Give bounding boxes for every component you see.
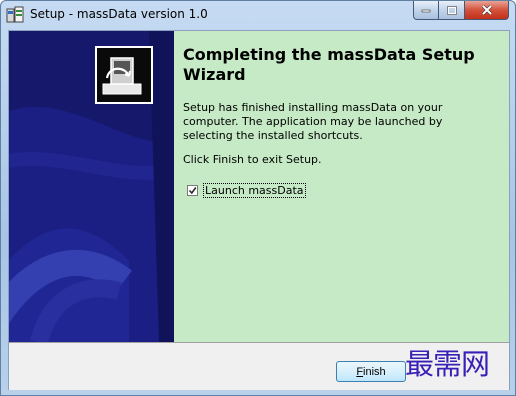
finish-button-accelerator: F — [356, 365, 364, 378]
minimize-icon — [421, 9, 431, 13]
title-bar[interactable]: Setup - massData version 1.0 — [1, 1, 515, 29]
maximize-icon — [446, 5, 457, 15]
wizard-content: Completing the massData Setup Wizard Set… — [174, 31, 509, 342]
watermark-text: 最需网 — [405, 347, 490, 381]
exit-instructions: Click Finish to exit Setup. — [183, 153, 322, 166]
completion-description: Setup has finished installing massData o… — [183, 101, 443, 142]
close-icon — [481, 5, 492, 15]
computer-installer-icon — [102, 57, 142, 95]
installer-app-icon — [6, 6, 24, 23]
wizard-banner — [9, 31, 174, 342]
launch-option[interactable]: Launch massData — [187, 183, 306, 198]
checkmark-icon — [188, 187, 197, 195]
finish-button-label: inish — [363, 365, 386, 378]
minimize-button[interactable] — [413, 1, 439, 20]
wizard-body: Completing the massData Setup Wizard Set… — [8, 30, 510, 390]
launch-checkbox[interactable] — [187, 185, 198, 196]
launch-checkbox-label[interactable]: Launch massData — [203, 183, 306, 198]
window-controls — [413, 1, 509, 21]
window-title: Setup - massData version 1.0 — [30, 7, 208, 21]
setup-window: Setup - massData version 1.0 Completing … — [0, 0, 516, 396]
close-button[interactable] — [465, 1, 509, 20]
wizard-logo — [95, 46, 153, 104]
finish-button[interactable]: Finish — [336, 361, 406, 382]
maximize-button[interactable] — [439, 1, 465, 20]
page-title: Completing the massData Setup Wizard — [183, 45, 475, 84]
